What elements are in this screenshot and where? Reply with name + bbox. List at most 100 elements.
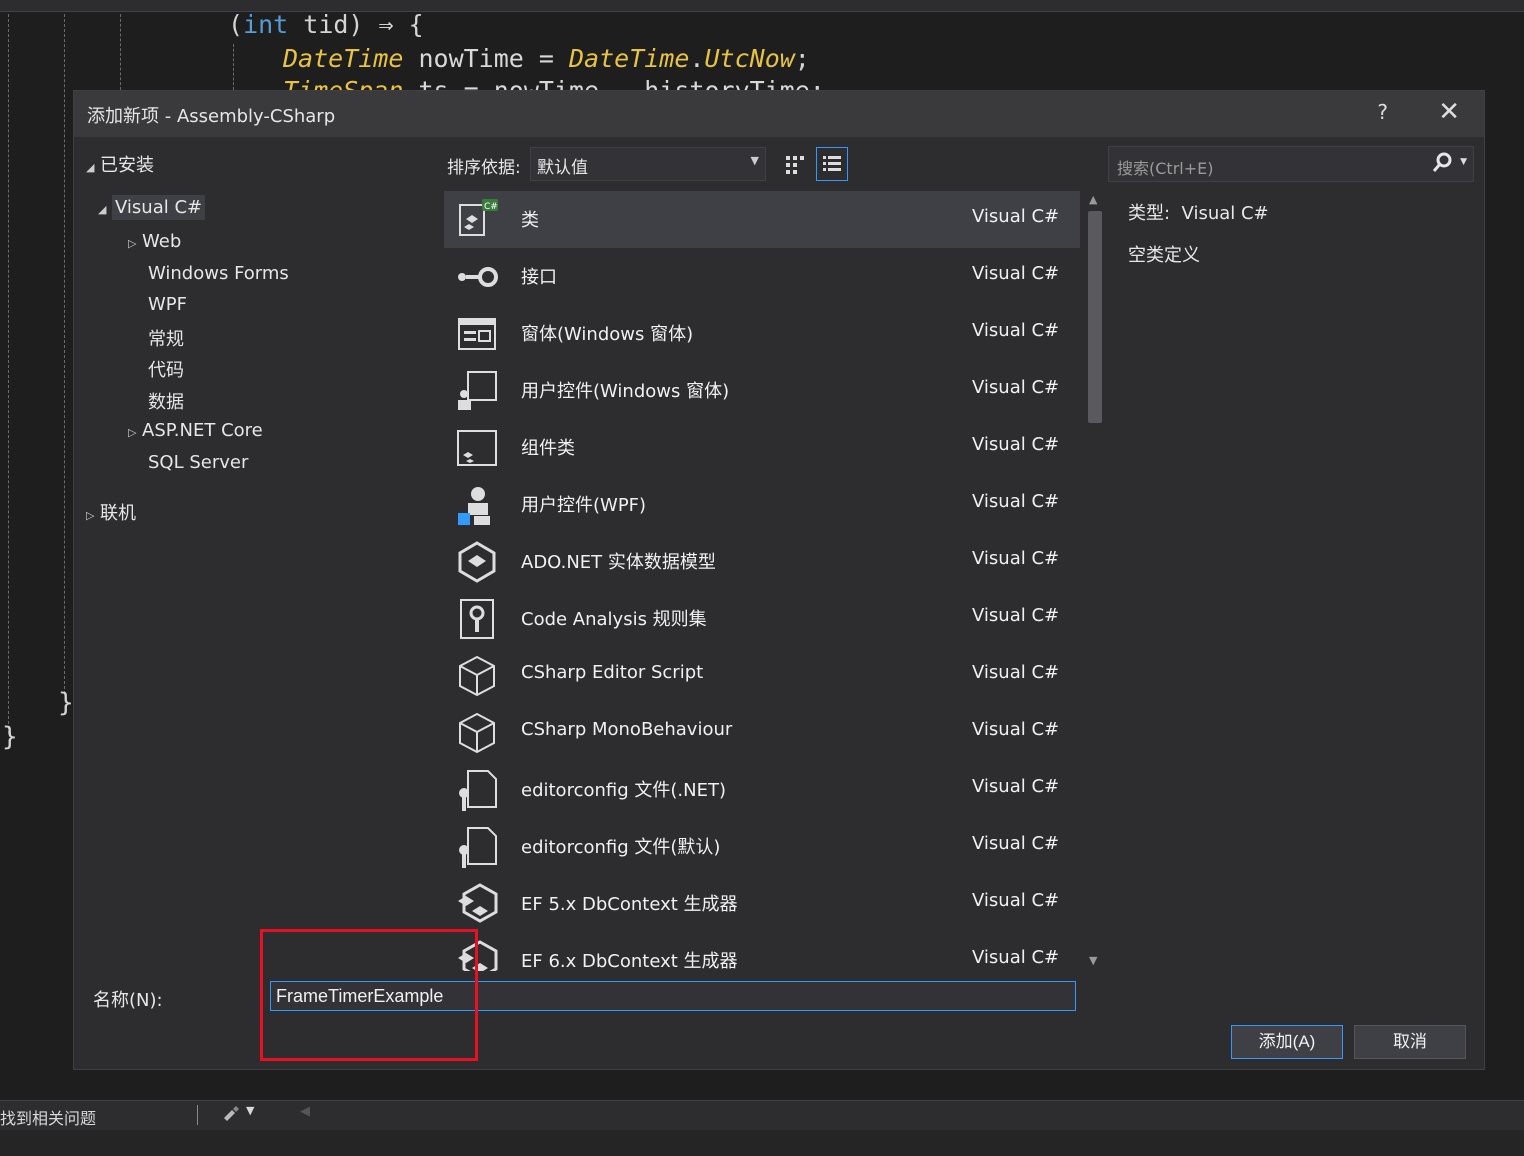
template-language: Visual C# [972,890,1060,911]
template-language: Visual C# [972,206,1060,227]
small-icons-view-button[interactable] [780,149,810,179]
template-name: 窗体(Windows 窗体) [521,324,694,345]
template-name: 类 [521,210,539,231]
tree-node-label: Visual C# [112,195,206,220]
chevron-down-icon[interactable]: ▼ [1460,157,1467,167]
list-view-button[interactable] [816,147,848,181]
entity-model-icon [454,539,500,585]
user-control-icon [454,368,500,414]
status-message: 找到相关问题 [0,1109,97,1128]
indent-guide [233,44,234,90]
scroll-left-icon[interactable]: ◀ [300,1104,310,1119]
list-scrollbar[interactable]: ▲ ▼ [1084,191,1106,969]
name-input[interactable] [270,981,1076,1011]
tree-node-installed[interactable]: ◢ 已安装 [86,151,154,177]
template-name: CSharp MonoBehaviour [521,719,733,740]
template-list-item[interactable]: EF 5.x DbContext 生成器 Visual C# [444,875,1080,932]
help-button[interactable]: ? [1377,100,1388,124]
sort-toolbar: 排序依据: 默认值 ▼ [444,147,864,183]
config-file-icon [454,824,500,870]
chevron-down-icon[interactable]: ▼ [246,1104,254,1117]
template-language: Visual C# [972,377,1060,398]
indent-guide [64,14,65,694]
code-line: DateTime nowTime = DateTime.UtcNow; [283,44,810,73]
ruleset-icon [454,596,500,642]
template-list-item[interactable]: 窗体(Windows 窗体) Visual C# [444,305,1080,362]
search-icon[interactable] [1431,151,1453,179]
chevron-down-icon: ▼ [750,154,759,167]
component-icon [454,425,500,471]
dialog-titlebar: 添加新项 - Assembly-CSharp ? ✕ [74,91,1484,137]
collapsed-triangle-icon: ▷ [86,509,95,522]
template-list-item[interactable]: 用户控件(Windows 窗体) Visual C# [444,362,1080,419]
sort-label: 排序依据: [447,158,521,178]
tree-node-wpf[interactable]: WPF [148,294,187,315]
wpf-user-control-icon [454,482,500,528]
template-language: Visual C# [972,719,1060,740]
template-list-item[interactable]: C# 类 Visual C# [444,191,1080,248]
generator-icon [454,881,500,927]
tree-node-windows-forms[interactable]: Windows Forms [148,263,289,284]
tree-node-aspnet-core[interactable]: ▷ ASP.NET Core [128,420,263,441]
template-list-item[interactable]: 接口 Visual C# [444,248,1080,305]
form-icon [454,311,500,357]
template-list-item[interactable]: CSharp Editor Script Visual C# [444,647,1080,704]
close-button[interactable]: ✕ [1438,97,1460,127]
template-name: EF 5.x DbContext 生成器 [521,894,738,915]
template-name: editorconfig 文件(.NET) [521,780,726,801]
template-list-item[interactable]: 用户控件(WPF) Visual C# [444,476,1080,533]
tree-node-general[interactable]: 常规 [148,325,184,351]
generator-icon [454,938,500,971]
template-list-item[interactable]: editorconfig 文件(.NET) Visual C# [444,761,1080,818]
template-name: editorconfig 文件(默认) [521,837,721,858]
template-type: 类型: Visual C# [1128,203,1269,224]
code-brace: } [2,722,18,752]
template-language: Visual C# [972,605,1060,626]
template-list-item[interactable]: 组件类 Visual C# [444,419,1080,476]
cancel-button[interactable]: 取消 [1354,1025,1466,1059]
template-name: Code Analysis 规则集 [521,609,707,630]
dialog-title: 添加新项 - Assembly-CSharp [87,106,336,127]
template-name: 用户控件(WPF) [521,495,647,516]
template-description: 空类定义 [1128,245,1200,266]
grid-view-icon [786,156,804,174]
template-list: C# 类 Visual C# 接口 Visual C# 窗体(Windows 窗体) Vis… [444,191,1082,971]
template-name: EF 6.x DbContext 生成器 [521,951,738,971]
cube-icon [454,653,500,699]
search-input[interactable]: 搜索(Ctrl+E) ▼ [1108,146,1474,182]
tree-node-online[interactable]: ▷ 联机 [86,499,136,525]
sort-value: 默认值 [537,158,588,178]
scroll-up-icon[interactable]: ▲ [1089,193,1097,206]
add-button[interactable]: 添加(A) [1231,1025,1343,1059]
details-pane: 类型: Visual C# 空类定义 [1128,199,1468,267]
template-list-item[interactable]: editorconfig 文件(默认) Visual C# [444,818,1080,875]
status-strip [0,1130,1524,1156]
scroll-down-icon[interactable]: ▼ [1089,954,1097,967]
template-language: Visual C# [972,320,1060,341]
template-list-item[interactable]: EF 6.x DbContext 生成器 Visual C# [444,932,1080,971]
template-name: ADO.NET 实体数据模型 [521,552,716,573]
cube-icon [454,710,500,756]
template-list-item[interactable]: Code Analysis 规则集 Visual C# [444,590,1080,647]
template-language: Visual C# [972,833,1060,854]
tree-node-sql-server[interactable]: SQL Server [148,452,248,473]
code-brace: } [58,688,74,718]
template-list-item[interactable]: CSharp MonoBehaviour Visual C# [444,704,1080,761]
indent-guide [120,14,121,90]
sort-dropdown[interactable]: 默认值 ▼ [530,147,766,181]
config-file-icon [454,767,500,813]
tree-node-code[interactable]: 代码 [148,356,184,382]
error-list-bar: 找到相关问题 ▼ ◀ [0,1100,1524,1130]
collapsed-triangle-icon: ▷ [128,237,137,250]
tree-node-data[interactable]: 数据 [148,388,184,414]
tree-node-web[interactable]: ▷ Web [128,231,181,252]
template-list-item[interactable]: ADO.NET 实体数据模型 Visual C# [444,533,1080,590]
cleanup-brush-icon[interactable] [220,1104,242,1128]
expanded-triangle-icon: ◢ [98,203,107,216]
name-label: 名称(N): [93,990,163,1011]
template-name: 用户控件(Windows 窗体) [521,381,730,402]
tree-node-visual-csharp[interactable]: ◢ Visual C# [98,195,206,220]
add-new-item-dialog: 添加新项 - Assembly-CSharp ? ✕ ◢ 已安装 ◢ Visual … [73,90,1485,1070]
scrollbar-thumb[interactable] [1088,211,1102,423]
template-name: CSharp Editor Script [521,662,704,683]
